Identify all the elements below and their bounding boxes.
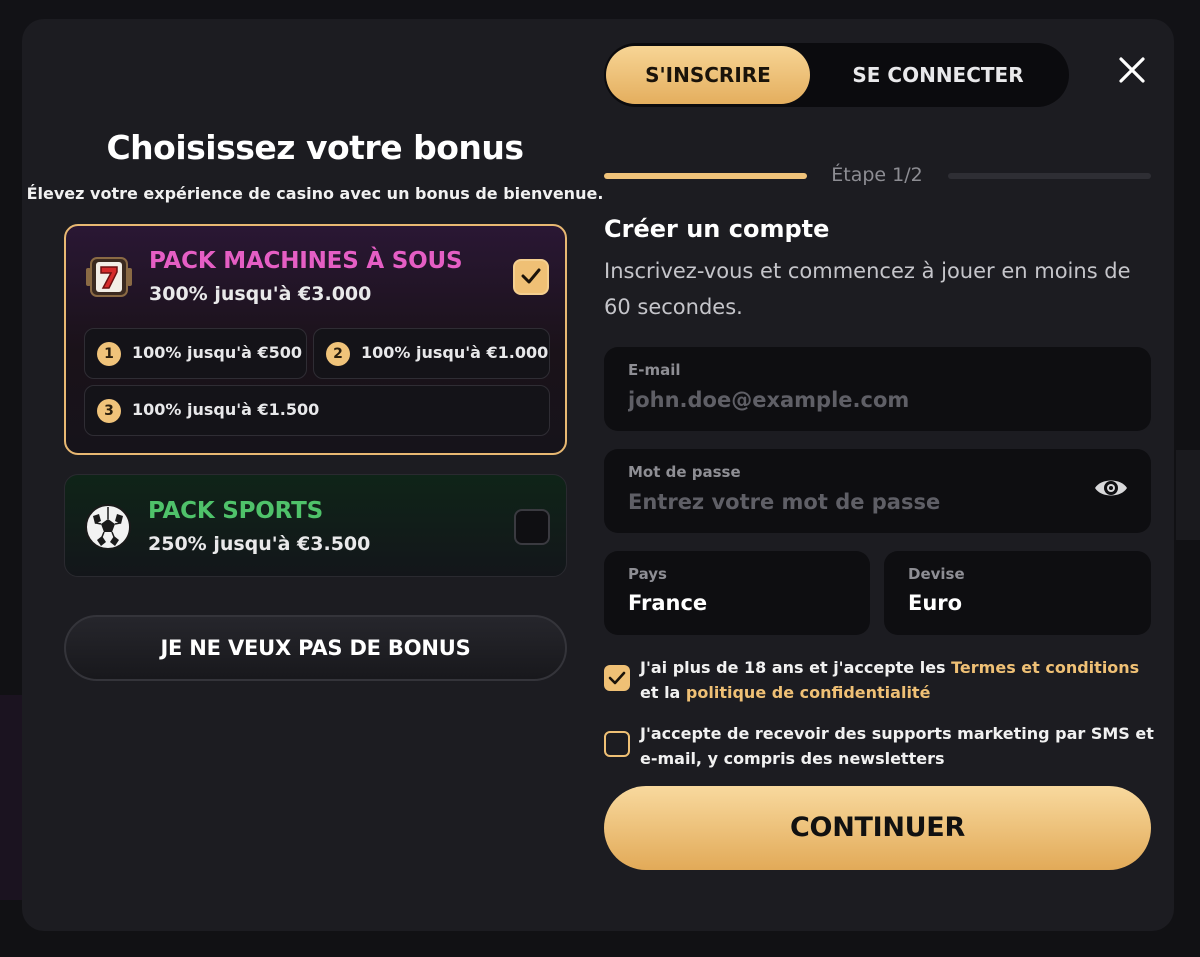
consent-marketing: J'accepte de recevoir des supports marke… bbox=[604, 721, 1154, 773]
password-input[interactable] bbox=[628, 487, 1068, 517]
consent-age-text-mid: et la bbox=[640, 683, 686, 702]
currency-label: Devise bbox=[908, 565, 965, 583]
bonus-subtitle: Élevez votre expérience de casino avec u… bbox=[26, 184, 604, 203]
email-input[interactable] bbox=[628, 385, 1068, 415]
password-field[interactable]: Mot de passe bbox=[604, 449, 1151, 533]
consent-marketing-text: J'accepte de recevoir des supports marke… bbox=[640, 724, 1154, 768]
soccer-ball-icon bbox=[83, 502, 133, 552]
pack-checkbox[interactable] bbox=[514, 509, 550, 545]
no-bonus-button[interactable]: JE NE VEUX PAS DE BONUS bbox=[64, 615, 567, 681]
tier-number-badge: 2 bbox=[326, 342, 350, 366]
form-subtitle: Inscrivez-vous et commencez à jouer en m… bbox=[604, 259, 1131, 319]
eye-icon[interactable] bbox=[1093, 475, 1129, 501]
consent-age-text: J'ai plus de 18 ans et j'accepte les Ter… bbox=[640, 655, 1160, 705]
email-field[interactable]: E-mail bbox=[604, 347, 1151, 431]
password-label: Mot de passe bbox=[628, 463, 741, 481]
tier-option[interactable]: 1 100% jusqu'à €500 bbox=[84, 328, 307, 379]
signup-modal: Choisissez votre bonus Élevez votre expé… bbox=[22, 19, 1174, 931]
pack-checkbox[interactable] bbox=[513, 259, 549, 295]
tier-number-badge: 1 bbox=[97, 342, 121, 366]
country-label: Pays bbox=[628, 565, 667, 583]
pack-amount: 250% jusqu'à €3.500 bbox=[148, 533, 371, 555]
consent-marketing-checkbox[interactable] bbox=[604, 731, 630, 757]
progress-bar-step1 bbox=[604, 173, 807, 179]
slot-seven-icon bbox=[84, 252, 134, 302]
tier-label: 100% jusqu'à €1.500 bbox=[132, 400, 320, 419]
pack-name: PACK SPORTS bbox=[148, 498, 323, 524]
bonus-panel: Choisissez votre bonus Élevez votre expé… bbox=[22, 19, 603, 931]
consent-age-checkbox[interactable] bbox=[604, 665, 630, 691]
auth-tabs: S'INSCRIRE SE CONNECTER bbox=[604, 43, 1069, 107]
tier-option[interactable]: 3 100% jusqu'à €1.500 bbox=[84, 385, 550, 436]
pack-amount: 300% jusqu'à €3.000 bbox=[149, 283, 372, 305]
pack-card-slots[interactable]: PACK MACHINES À SOUS 300% jusqu'à €3.000… bbox=[64, 224, 567, 455]
tier-number-badge: 3 bbox=[97, 399, 121, 423]
tab-login[interactable]: SE CONNECTER bbox=[810, 46, 1066, 104]
form-title: Créer un compte bbox=[604, 215, 830, 243]
email-label: E-mail bbox=[628, 361, 681, 379]
privacy-link[interactable]: politique de confidentialité bbox=[686, 683, 931, 702]
consent-age-text-start: J'ai plus de 18 ans et j'accepte les bbox=[640, 658, 952, 677]
tier-option[interactable]: 2 100% jusqu'à €1.000 bbox=[313, 328, 550, 379]
bonus-title: Choisissez votre bonus bbox=[106, 128, 524, 167]
tab-signup[interactable]: S'INSCRIRE bbox=[606, 46, 810, 104]
background-card bbox=[1176, 450, 1200, 540]
check-icon bbox=[608, 671, 626, 685]
background-card bbox=[0, 695, 24, 900]
progress-label: Étape 1/2 bbox=[831, 164, 923, 186]
consent-age: J'ai plus de 18 ans et j'accepte les Ter… bbox=[604, 655, 1154, 707]
close-button[interactable] bbox=[1117, 55, 1147, 85]
country-value: France bbox=[628, 591, 708, 615]
tier-label: 100% jusqu'à €500 bbox=[132, 343, 303, 362]
country-select[interactable]: Pays France bbox=[604, 551, 870, 635]
check-icon bbox=[521, 268, 541, 284]
pack-name: PACK MACHINES À SOUS bbox=[149, 248, 463, 274]
tier-label: 100% jusqu'à €1.000 bbox=[361, 343, 549, 362]
pack-card-sports[interactable]: PACK SPORTS 250% jusqu'à €3.500 bbox=[64, 474, 567, 577]
currency-value: Euro bbox=[908, 591, 963, 615]
progress-bar-step2 bbox=[948, 173, 1151, 179]
continue-button[interactable]: CONTINUER bbox=[604, 786, 1151, 870]
terms-link[interactable]: Termes et conditions bbox=[951, 658, 1139, 677]
close-icon bbox=[1119, 57, 1145, 83]
currency-select[interactable]: Devise Euro bbox=[884, 551, 1151, 635]
